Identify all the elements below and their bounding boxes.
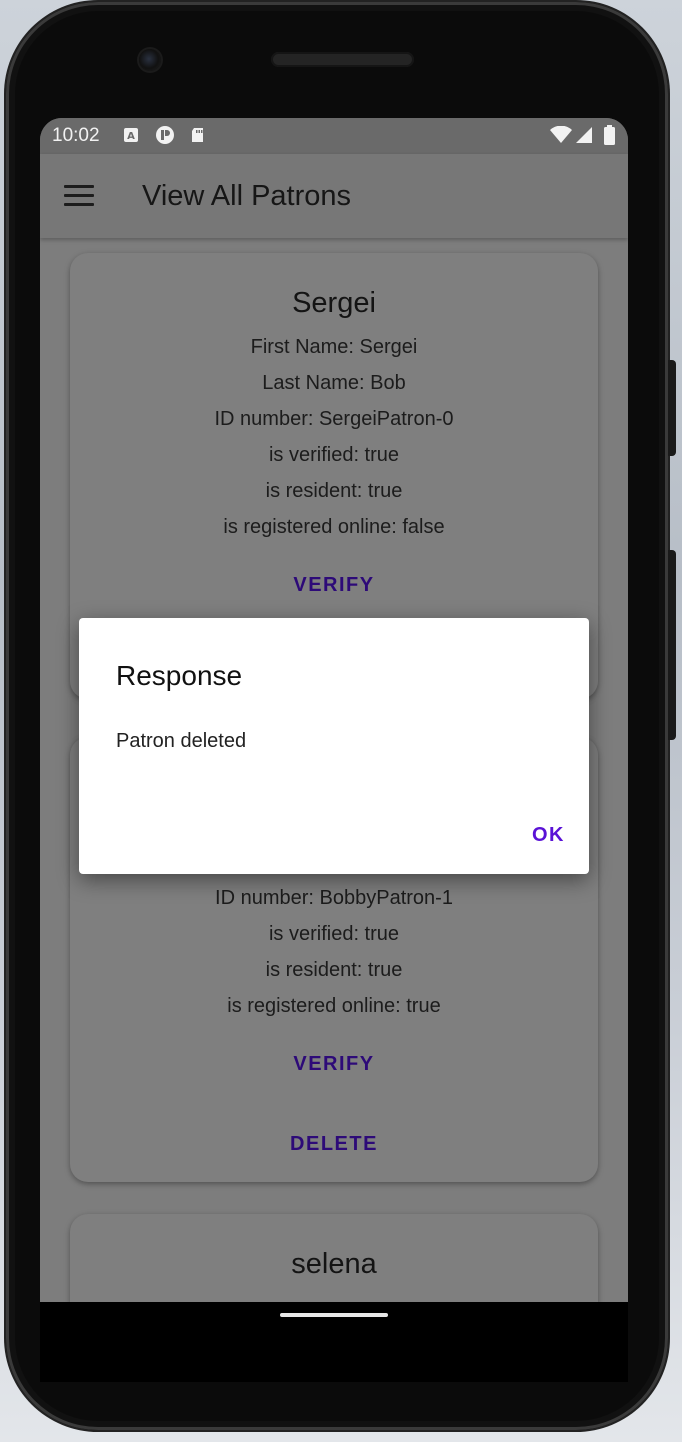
response-dialog: Response Patron deleted OK — [79, 618, 589, 874]
battery-icon — [604, 125, 615, 145]
home-gesture-handle[interactable] — [280, 1313, 388, 1317]
patron-id: ID number: BobbyPatron-1 — [215, 887, 453, 909]
patron-registered-online: is registered online: true — [227, 995, 441, 1017]
front-camera — [139, 49, 161, 71]
patron-card: selena — [70, 1214, 598, 1302]
patron-resident: is resident: true — [265, 959, 403, 981]
status-time: 10:02 — [52, 125, 100, 146]
volume-button — [668, 550, 676, 740]
delete-button[interactable]: DELETE — [70, 1133, 598, 1156]
patron-registered-online: is registered online: false — [223, 516, 445, 538]
cell-signal-icon — [576, 127, 592, 143]
patron-last-name: Last Name: Bob — [262, 372, 406, 394]
patron-first-name: First Name: Sergei — [250, 336, 418, 358]
patron-verified: is verified: true — [268, 444, 400, 466]
power-button — [668, 360, 676, 456]
dialog-title: Response — [116, 660, 243, 691]
patron-name: selena — [291, 1248, 377, 1280]
earpiece-speaker — [271, 52, 414, 67]
patron-id: ID number: SergeiPatron-0 — [214, 408, 454, 430]
app-notification-icon — [156, 126, 174, 144]
sd-card-icon — [192, 128, 203, 142]
page-title: View All Patrons — [142, 180, 352, 212]
accessibility-notification-icon: A — [124, 128, 138, 142]
svg-text:A: A — [127, 131, 135, 142]
verify-button[interactable]: VERIFY — [70, 574, 598, 597]
dialog-message: Patron deleted — [116, 730, 247, 752]
status-bar: 10:02 A — [40, 118, 628, 154]
ok-button[interactable]: OK — [532, 824, 565, 847]
app-bar: View All Patrons — [40, 154, 628, 238]
patron-resident: is resident: true — [265, 480, 403, 502]
patron-verified: is verified: true — [268, 923, 400, 945]
hamburger-menu-icon[interactable] — [64, 185, 94, 207]
verify-button[interactable]: VERIFY — [70, 1053, 598, 1076]
wifi-icon — [550, 126, 572, 143]
patron-name: Sergei — [292, 287, 376, 319]
navigation-bar — [40, 1302, 628, 1382]
